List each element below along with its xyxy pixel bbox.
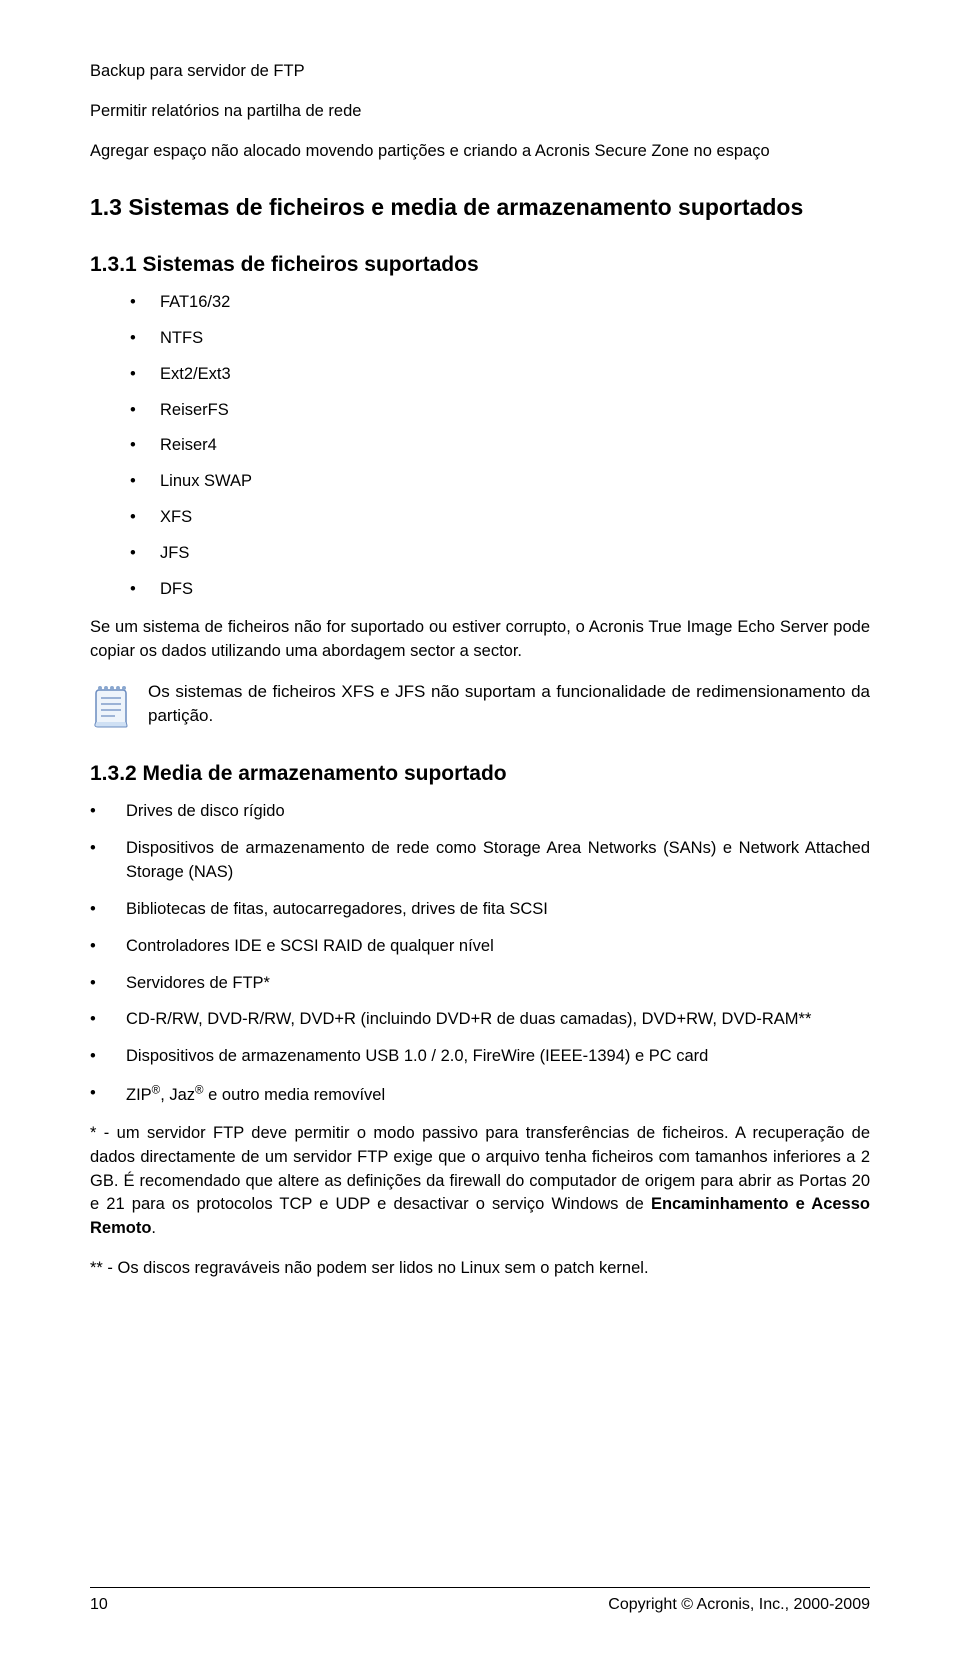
page-content: Backup para servidor de FTP Permitir rel… — [0, 0, 960, 1281]
list-item: Reiser4 — [90, 434, 870, 458]
list-item: Ext2/Ext3 — [90, 363, 870, 387]
footnote-2: ** - Os discos regraváveis não podem ser… — [90, 1257, 870, 1281]
heading-1-3: 1.3 Sistemas de ficheiros e media de arm… — [90, 194, 870, 221]
list-item: Linux SWAP — [90, 470, 870, 494]
intro-line-3: Agregar espaço não alocado movendo parti… — [90, 140, 870, 164]
list-item: ReiserFS — [90, 399, 870, 423]
intro-line-2: Permitir relatórios na partilha de rede — [90, 100, 870, 124]
list-item: CD-R/RW, DVD-R/RW, DVD+R (incluindo DVD+… — [90, 1008, 870, 1032]
list-item: Dispositivos de armazenamento USB 1.0 / … — [90, 1045, 870, 1069]
intro-line-1: Backup para servidor de FTP — [90, 60, 870, 84]
page-footer: 10 Copyright © Acronis, Inc., 2000-2009 — [90, 1587, 870, 1614]
list-item: NTFS — [90, 327, 870, 351]
list-item: ZIP®, Jaz® e outro media removível — [90, 1082, 870, 1107]
list-item-text: ZIP®, Jaz® e outro media removível — [126, 1086, 385, 1104]
list-item: JFS — [90, 542, 870, 566]
heading-1-3-2: 1.3.2 Media de armazenamento suportado — [90, 762, 870, 786]
copyright-text: Copyright © Acronis, Inc., 2000-2009 — [608, 1596, 870, 1614]
note-text: Os sistemas de ficheiros XFS e JFS não s… — [148, 680, 870, 728]
note-callout: Os sistemas de ficheiros XFS e JFS não s… — [90, 680, 870, 730]
heading-1-3-1: 1.3.1 Sistemas de ficheiros suportados — [90, 253, 870, 277]
page-number: 10 — [90, 1596, 108, 1614]
list-item: FAT16/32 — [90, 291, 870, 315]
list-item: Bibliotecas de fitas, autocarregadores, … — [90, 898, 870, 922]
footnote-1-c: . — [151, 1219, 156, 1237]
list-item: Controladores IDE e SCSI RAID de qualque… — [90, 935, 870, 959]
list-item: DFS — [90, 578, 870, 602]
footnote-1: * - um servidor FTP deve permitir o modo… — [90, 1122, 870, 1242]
notepad-icon — [90, 682, 134, 730]
list-item: XFS — [90, 506, 870, 530]
media-list: Drives de disco rígido Dispositivos de a… — [90, 800, 870, 1108]
list-item: Servidores de FTP* — [90, 972, 870, 996]
filesystem-after-para: Se um sistema de ficheiros não for supor… — [90, 616, 870, 664]
list-item: Drives de disco rígido — [90, 800, 870, 824]
filesystem-list: FAT16/32 NTFS Ext2/Ext3 ReiserFS Reiser4… — [90, 291, 870, 602]
list-item: Dispositivos de armazenamento de rede co… — [90, 837, 870, 885]
